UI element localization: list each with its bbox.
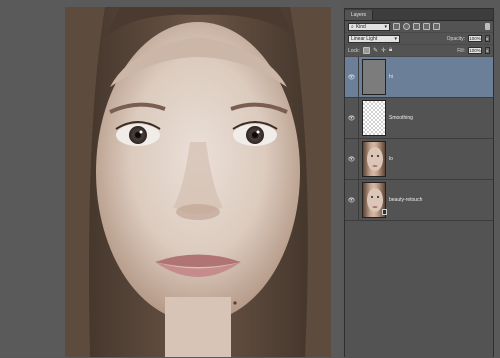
blend-mode-value: Linear Light: [351, 35, 378, 42]
lock-icon[interactable]: 🔒︎: [389, 47, 392, 54]
layers-list: 👁︎ hi 👁︎ Smoothing 👁︎ lo 👁︎ beauty-retou…: [345, 57, 493, 221]
layer-row-smoothing[interactable]: 👁︎ Smoothing: [345, 98, 493, 139]
layer-row-hi[interactable]: 👁︎ hi: [345, 57, 493, 98]
document-canvas[interactable]: [0, 0, 340, 357]
opacity-label: Opacity:: [446, 35, 465, 42]
eye-icon[interactable]: 👁︎: [345, 139, 359, 179]
layer-thumbnail: [362, 141, 386, 177]
lock-row: Lock: ✎ ✛ 🔒︎ Fill: 100% ▸: [345, 45, 493, 57]
brush-icon[interactable]: ✎: [373, 47, 378, 54]
blend-mode-select[interactable]: Linear Light ▾: [348, 34, 400, 43]
filter-smartobject-icon[interactable]: [433, 23, 440, 30]
fill-label: Fill:: [457, 47, 465, 54]
eye-icon[interactable]: 👁︎: [345, 180, 359, 220]
opacity-input[interactable]: 100%: [468, 35, 482, 42]
layer-name[interactable]: lo: [389, 156, 393, 162]
filter-type-icon[interactable]: [413, 23, 420, 30]
portrait-photo: [65, 7, 331, 357]
eye-icon[interactable]: 👁︎: [345, 57, 359, 97]
layers-empty-area[interactable]: [345, 229, 493, 358]
lock-transparent-icon[interactable]: [362, 47, 370, 54]
blend-row: Linear Light ▾ Opacity: 100% ▸: [345, 33, 493, 45]
layers-panel: Layers ⌕ Kind ▾ Linear Light ▾ Opacity: …: [344, 8, 494, 358]
chevron-down-icon: ▾: [384, 23, 387, 30]
smart-object-badge-icon: [382, 209, 387, 215]
lock-label: Lock:: [348, 47, 360, 54]
panel-header: Layers: [345, 9, 493, 21]
layer-row-beauty-retouch[interactable]: 👁︎ beauty-retouch: [345, 180, 493, 221]
fill-slider-button[interactable]: ▸: [485, 47, 490, 54]
layer-name[interactable]: hi: [389, 74, 393, 80]
filter-toggle-icon[interactable]: [485, 23, 490, 30]
filter-pixel-icon[interactable]: [393, 23, 400, 30]
filter-shape-icon[interactable]: [423, 23, 430, 30]
layer-thumbnail: [362, 100, 386, 136]
eye-icon[interactable]: 👁︎: [345, 98, 359, 138]
tab-layers[interactable]: Layers: [345, 10, 374, 20]
move-icon[interactable]: ✛: [381, 47, 386, 54]
layer-thumbnail: [362, 59, 386, 95]
filter-kind-value: Kind: [355, 23, 366, 30]
layer-name[interactable]: beauty-retouch: [389, 197, 422, 203]
chevron-down-icon: ▾: [394, 35, 397, 42]
layer-row-lo[interactable]: 👁︎ lo: [345, 139, 493, 180]
layer-name[interactable]: Smoothing: [389, 115, 413, 121]
fill-input[interactable]: 100%: [468, 47, 482, 54]
opacity-slider-button[interactable]: ▸: [485, 35, 490, 42]
filter-row: ⌕ Kind ▾: [345, 21, 493, 33]
filter-adjustment-icon[interactable]: [403, 23, 410, 30]
search-icon: ⌕: [351, 23, 354, 30]
filter-kind-select[interactable]: ⌕ Kind ▾: [348, 22, 390, 31]
